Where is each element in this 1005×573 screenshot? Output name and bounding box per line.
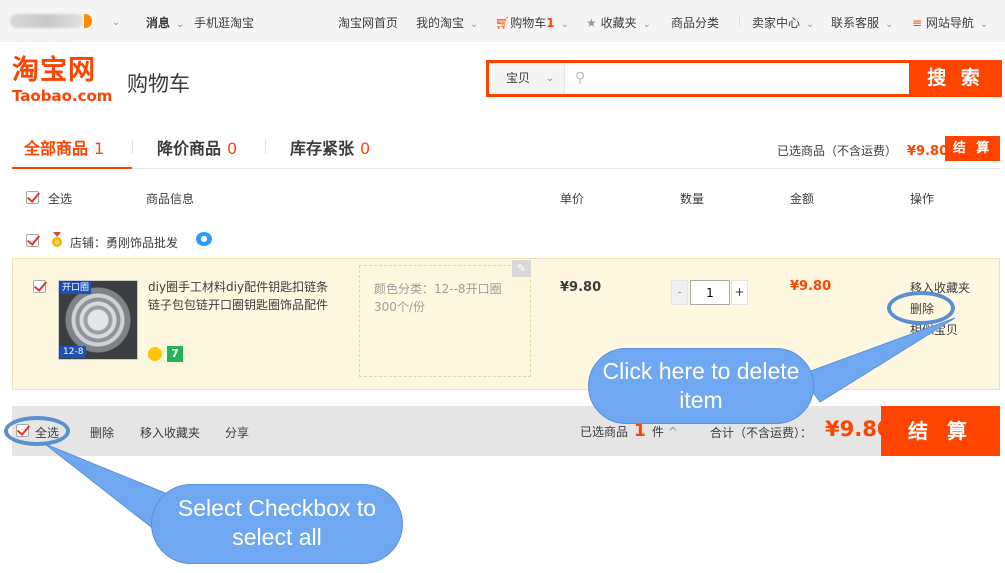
- delete-highlight-ring: [887, 291, 955, 325]
- callout-pointers: [44, 317, 956, 531]
- delete-callout-pointer: [799, 317, 956, 403]
- select-all-highlight-ring: [4, 416, 70, 446]
- select-all-callout-bubble: Select Checkbox to select all: [151, 484, 403, 564]
- delete-callout-bubble: Click here to delete item: [588, 348, 814, 424]
